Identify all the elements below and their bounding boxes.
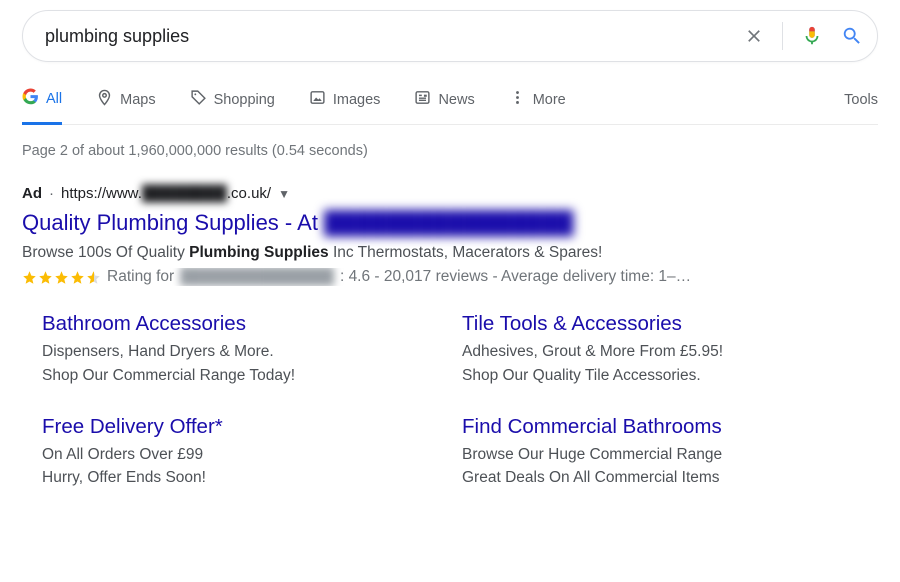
image-icon: [309, 89, 326, 110]
tab-label: More: [533, 92, 566, 108]
sitelink-line: Dispensers, Hand Dryers & More.: [42, 340, 422, 363]
tabs-row: All Maps Shopping Images: [22, 88, 878, 125]
sitelink: Find Commercial Bathrooms Browse Our Hug…: [462, 415, 842, 490]
ad-result: Ad · https://www.████████.co.uk/ ▼ Quali…: [22, 185, 878, 489]
mic-icon[interactable]: [801, 25, 823, 47]
sitelink-line: Great Deals On All Commercial Items: [462, 466, 842, 489]
sitelink-line: On All Orders Over £99: [42, 443, 422, 466]
tab-all[interactable]: All: [22, 88, 62, 125]
tab-images[interactable]: Images: [309, 88, 381, 124]
tab-maps[interactable]: Maps: [96, 88, 155, 124]
more-icon: [509, 89, 526, 110]
tab-more[interactable]: More: [509, 88, 566, 124]
separator: ·: [49, 185, 54, 202]
search-icon[interactable]: [841, 25, 863, 47]
google-g-icon: [22, 88, 39, 109]
search-bar: [22, 10, 878, 62]
ad-description: Browse 100s Of Quality Plumbing Supplies…: [22, 242, 878, 264]
tab-label: News: [438, 92, 474, 108]
sitelink: Tile Tools & Accessories Adhesives, Grou…: [462, 312, 842, 387]
tab-label: All: [46, 91, 62, 107]
tab-label: Shopping: [214, 92, 275, 108]
result-stats: Page 2 of about 1,960,000,000 results (0…: [22, 143, 878, 159]
pin-icon: [96, 89, 113, 110]
tab-label: Images: [333, 92, 381, 108]
ad-title[interactable]: Quality Plumbing Supplies - At █████████…: [22, 210, 878, 236]
news-icon: [414, 89, 431, 110]
sitelink-line: Adhesives, Grout & More From £5.95!: [462, 340, 842, 363]
stars-icon: [22, 270, 101, 285]
sitelink-line: Shop Our Commercial Range Today!: [42, 364, 422, 387]
sitelink: Bathroom Accessories Dispensers, Hand Dr…: [42, 312, 422, 387]
sitelink-title[interactable]: Free Delivery Offer*: [42, 415, 422, 439]
tools-link[interactable]: Tools: [844, 92, 878, 121]
search-input[interactable]: [45, 26, 744, 47]
sitelink-title[interactable]: Find Commercial Bathrooms: [462, 415, 842, 439]
chevron-down-icon[interactable]: ▼: [278, 187, 290, 201]
divider: [782, 22, 783, 50]
ad-rating: Rating for ██████████████ : 4.6 - 20,017…: [22, 268, 878, 286]
sitelink-line: Hurry, Offer Ends Soon!: [42, 466, 422, 489]
sitelink-title[interactable]: Tile Tools & Accessories: [462, 312, 842, 336]
sitelink: Free Delivery Offer* On All Orders Over …: [42, 415, 422, 490]
sitelink-line: Browse Our Huge Commercial Range: [462, 443, 842, 466]
tab-news[interactable]: News: [414, 88, 474, 124]
ad-url[interactable]: https://www.████████.co.uk/: [61, 185, 271, 202]
tab-shopping[interactable]: Shopping: [190, 88, 275, 124]
clear-icon[interactable]: [744, 26, 764, 46]
tag-icon: [190, 89, 207, 110]
sitelink-title[interactable]: Bathroom Accessories: [42, 312, 422, 336]
ad-badge: Ad: [22, 185, 42, 202]
sitelink-line: Shop Our Quality Tile Accessories.: [462, 364, 842, 387]
tab-label: Maps: [120, 92, 155, 108]
